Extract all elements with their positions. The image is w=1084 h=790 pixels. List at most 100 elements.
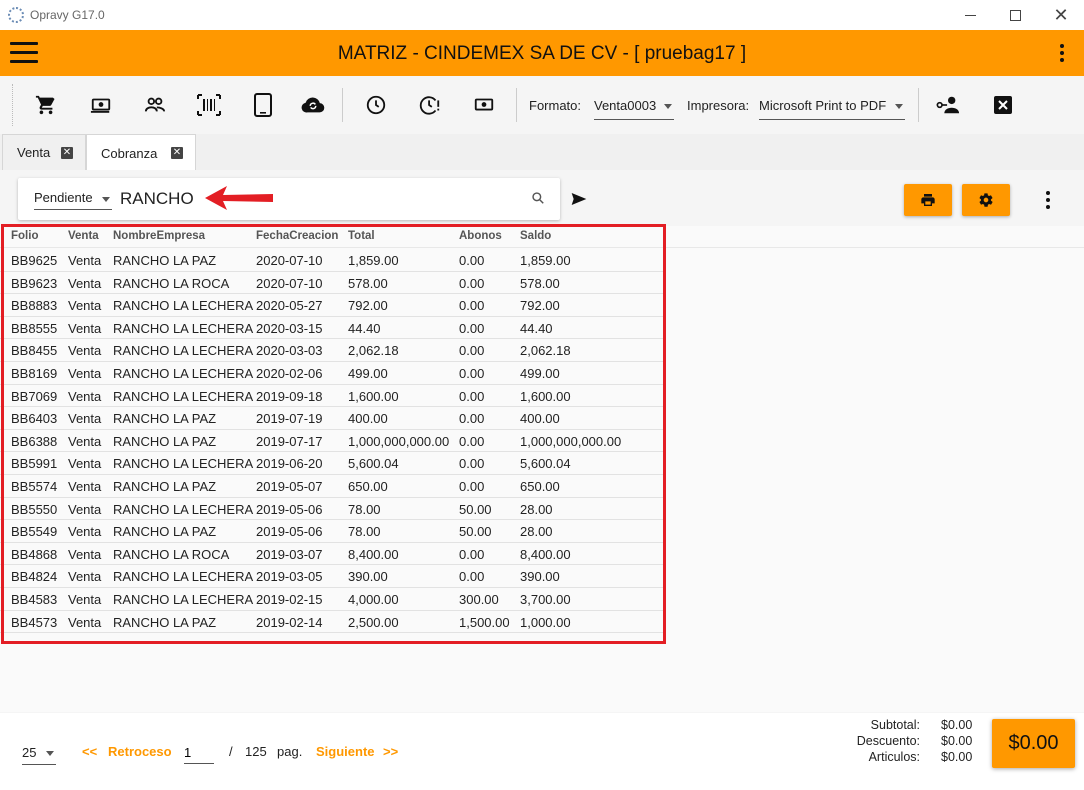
table-row[interactable]: BB9623 Venta RANCHO LA ROCA 2020-07-10 578.0… [0, 271, 664, 295]
formato-select[interactable]: Venta0003 [594, 92, 674, 120]
search-bar: Pendiente [18, 178, 560, 220]
cell-empresa: RANCHO LA LECHERA [113, 388, 254, 404]
users-icon[interactable] [143, 93, 167, 117]
tablet-icon[interactable] [251, 93, 275, 117]
chevron-down-icon [664, 104, 672, 109]
next-page-link[interactable]: Siguiente [316, 744, 375, 759]
cell-empresa: RANCHO LA LECHERA [113, 592, 254, 607]
cell-abonos: 0.00 [459, 275, 485, 291]
table-row[interactable]: BB5549 Venta RANCHO LA PAZ 2019-05-06 78.00 5… [0, 520, 664, 543]
content-kebab-icon[interactable] [1038, 188, 1058, 212]
cell-fecha: 2019-06-20 [256, 456, 323, 472]
cell-fecha: 2019-02-15 [256, 592, 323, 607]
toolbar-separator [342, 88, 343, 122]
settings-button[interactable] [962, 184, 1010, 216]
cell-fecha: 2020-03-03 [256, 343, 323, 359]
footer-bar: 25 << Retroceso / 125 pag. Siguiente >> … [0, 713, 1084, 790]
cell-total: 78.00 [348, 524, 381, 540]
search-input[interactable] [120, 187, 500, 211]
col-header-folio[interactable]: Folio [11, 230, 38, 242]
col-header-saldo[interactable]: Saldo [520, 230, 551, 242]
barcode-icon[interactable] [197, 93, 221, 117]
tab-cobranza[interactable]: Cobranza ✕ [86, 134, 196, 171]
cell-venta: Venta [68, 592, 102, 607]
prev-arrows[interactable]: << [82, 744, 97, 759]
cell-folio: BB5550 [11, 501, 58, 517]
cell-venta: Venta [68, 366, 102, 381]
col-header-venta[interactable]: Venta [68, 230, 99, 242]
table-row[interactable]: BB6388 Venta RANCHO LA PAZ 2019-07-17 1,000,… [0, 429, 664, 453]
table-row[interactable]: BB5991 Venta RANCHO LA LECHERA 2019-06-20 5,… [0, 452, 664, 475]
table-row[interactable]: BB7069 Venta RANCHO LA LECHERA 2019-09-18 1,… [0, 384, 664, 408]
table-row[interactable]: BB9625 Venta RANCHO LA PAZ 2020-07-10 1,859.… [0, 249, 664, 272]
table-row[interactable]: BB8555 Venta RANCHO LA LECHERA 2020-03-15 44… [0, 316, 664, 340]
cloud-sync-icon[interactable] [301, 93, 325, 117]
col-header-abonos[interactable]: Abonos [459, 230, 502, 242]
subtotal-label: Subtotal: [870, 718, 920, 732]
cell-empresa: RANCHO LA PAZ [113, 433, 217, 449]
table-row[interactable]: BB5574 Venta RANCHO LA PAZ 2019-05-07 650.00… [0, 475, 664, 498]
header-kebab-icon[interactable] [1052, 40, 1072, 66]
cell-saldo: 390.00 [520, 569, 560, 585]
minimize-button[interactable] [959, 4, 981, 26]
cell-empresa: RANCHO LA LECHERA [113, 298, 254, 314]
prev-page-link[interactable]: Retroceso [108, 744, 172, 759]
close-tab-icon[interactable]: ✕ [61, 147, 73, 159]
cell-abonos: 0.00 [459, 343, 485, 359]
search-icon[interactable] [531, 191, 547, 207]
tab-venta[interactable]: Venta ✕ [2, 134, 86, 170]
table-row[interactable]: BB4583 Venta RANCHO LA LECHERA 2019-02-15 4,… [0, 588, 664, 611]
table-row[interactable]: BB4868 Venta RANCHO LA ROCA 2019-03-07 8,400… [0, 542, 664, 566]
close-window-button[interactable]: ✕ [1050, 4, 1072, 26]
table-row[interactable]: BB4824 Venta RANCHO LA LECHERA 2019-03-05 39… [0, 565, 664, 588]
cell-folio: BB8555 [11, 320, 58, 336]
cell-fecha: 2019-05-06 [256, 501, 323, 517]
user-key-icon[interactable] [936, 93, 960, 117]
grand-total-button[interactable]: $0.00 [992, 719, 1075, 768]
pag-label: pag. [277, 744, 303, 759]
cell-saldo: 28.00 [520, 501, 553, 517]
cell-total: 8,400.00 [348, 546, 399, 562]
clock-icon[interactable] [364, 93, 388, 117]
table-row[interactable]: BB4573 Venta RANCHO LA PAZ 2019-02-14 2,500.… [0, 610, 664, 634]
maximize-button[interactable] [1004, 4, 1026, 26]
current-page-input[interactable] [184, 742, 214, 764]
col-header-empresa[interactable]: NombreEmpresa [113, 230, 205, 242]
cell-total: 390.00 [348, 569, 388, 585]
articulos-value: $0.00 [941, 750, 973, 764]
cell-venta: Venta [68, 456, 102, 472]
cell-abonos: 0.00 [459, 546, 485, 562]
col-header-total[interactable]: Total [348, 230, 375, 242]
impresora-select[interactable]: Microsoft Print to PDF [759, 92, 905, 120]
send-icon[interactable] [571, 192, 589, 208]
col-header-fecha[interactable]: FechaCreacion [256, 230, 338, 242]
cell-saldo: 1,859.00 [520, 253, 571, 268]
cell-folio: BB8169 [11, 366, 58, 381]
cell-folio: BB4868 [11, 546, 58, 562]
table-row[interactable]: BB8455 Venta RANCHO LA LECHERA 2020-03-03 2,… [0, 339, 664, 362]
money-icon[interactable] [89, 93, 113, 117]
status-select[interactable]: Pendiente [34, 190, 112, 210]
cell-abonos: 0.00 [459, 320, 485, 336]
cell-saldo: 44.40 [520, 320, 553, 336]
table-row[interactable]: BB5550 Venta RANCHO LA LECHERA 2019-05-06 78… [0, 497, 664, 521]
close-tab-icon[interactable]: ✕ [171, 147, 183, 159]
table-row[interactable]: BB8169 Venta RANCHO LA LECHERA 2020-02-06 49… [0, 362, 664, 385]
formato-label: Formato: [529, 98, 582, 113]
next-arrows[interactable]: >> [383, 744, 398, 759]
impresora-label: Impresora: [687, 98, 750, 113]
close-box-icon[interactable] [991, 93, 1015, 117]
header-title: MATRIZ - CINDEMEX SA DE CV - [ pruebag17… [337, 43, 747, 64]
table-row[interactable]: BB8883 Venta RANCHO LA LECHERA 2020-05-27 79… [0, 294, 664, 317]
cart-icon[interactable] [34, 93, 58, 117]
chevron-down-icon [895, 104, 903, 109]
table-header: Folio Venta NombreEmpresa FechaCreacion … [0, 226, 1084, 248]
main-content: Pendiente Folio Venta NombreEmpresa Fech… [0, 170, 1084, 790]
page-size-select[interactable]: 25 [22, 743, 56, 765]
table-row[interactable]: BB6403 Venta RANCHO LA PAZ 2019-07-19 400.00… [0, 407, 664, 430]
cell-empresa: RANCHO LA LECHERA [113, 569, 254, 585]
clock-alert-icon[interactable] [418, 93, 442, 117]
print-button[interactable] [904, 184, 952, 216]
cash-icon[interactable] [472, 93, 496, 117]
cell-saldo: 650.00 [520, 479, 560, 494]
